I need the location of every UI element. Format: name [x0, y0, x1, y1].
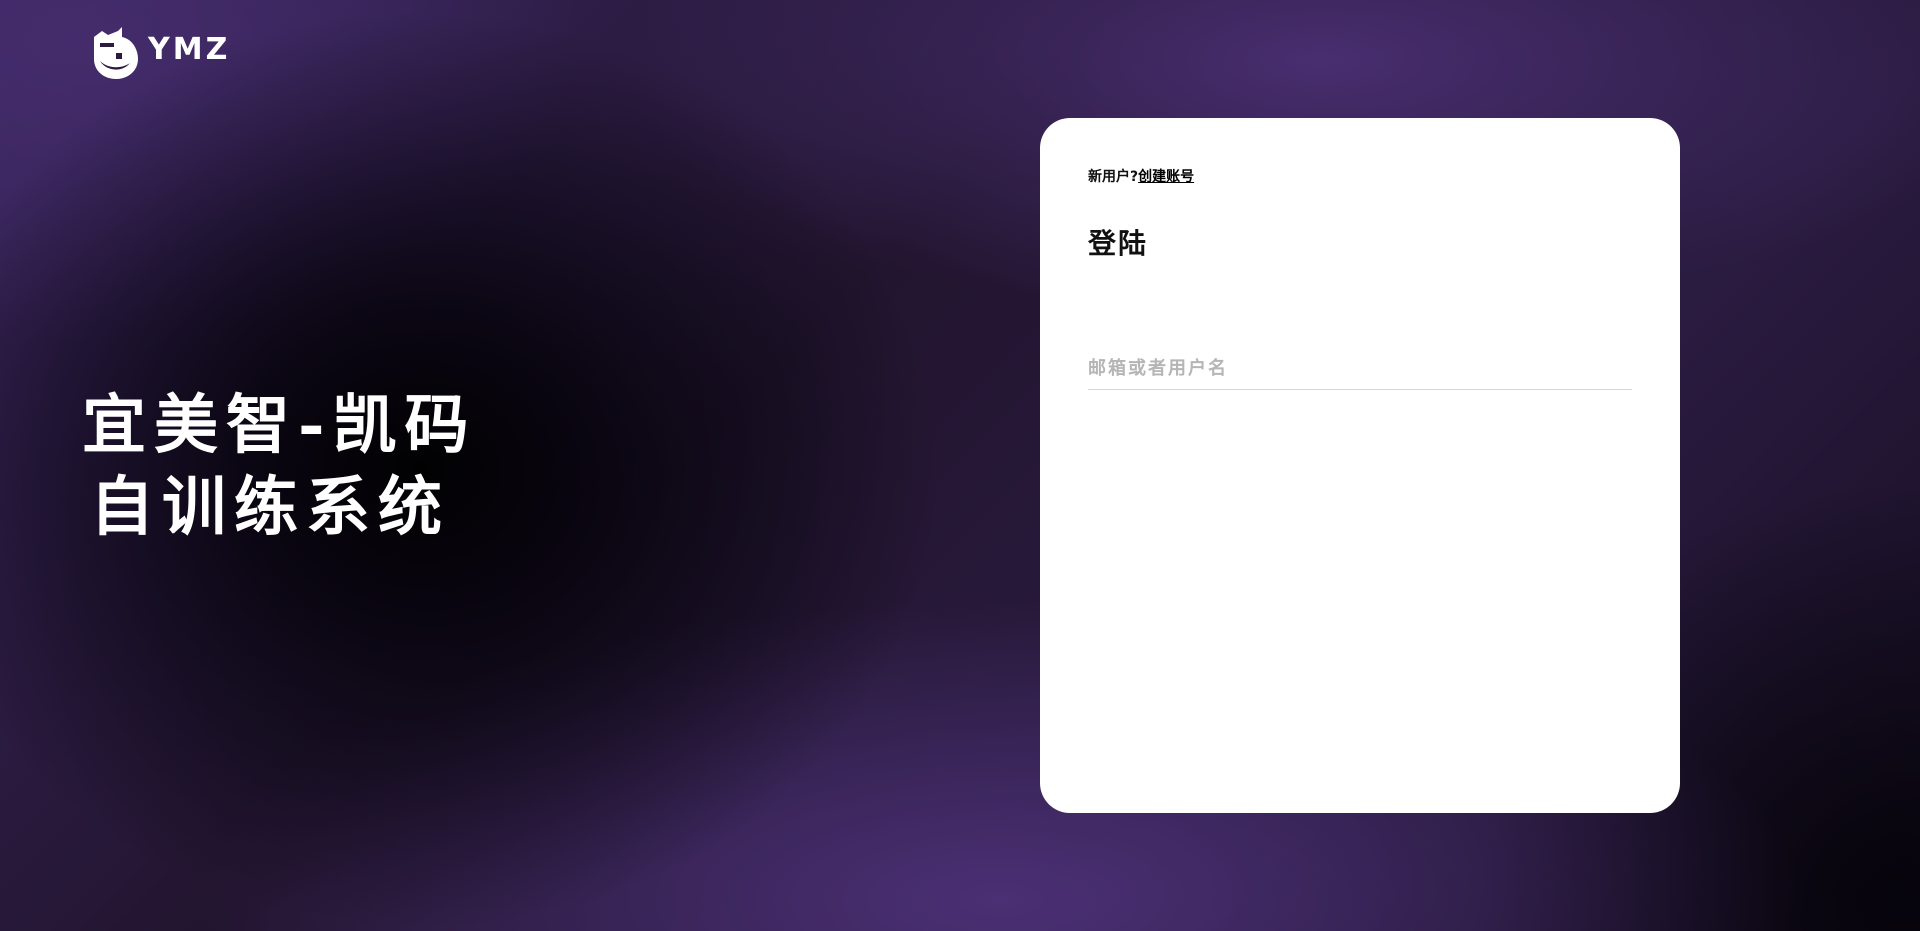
signup-prompt: 新用户?创建账号 [1088, 166, 1194, 186]
brand-name: YMZ [148, 31, 231, 67]
hero-title: 宜美智-凯码 自训练系统 [82, 385, 477, 549]
ymz-cat-logo-icon [94, 27, 138, 79]
hero-title-line2: 自训练系统 [90, 470, 450, 545]
login-title: 登陆 [1088, 227, 1149, 260]
create-account-link[interactable]: 创建账号 [1138, 169, 1194, 185]
brand-logo: YMZ [88, 22, 230, 82]
new-user-label: 新用户? [1088, 169, 1139, 185]
hero-title-line1: 宜美智-凯码 [82, 388, 477, 463]
login-card: 新用户?创建账号 登陆 [1040, 118, 1680, 813]
username-input[interactable] [1088, 348, 1632, 390]
